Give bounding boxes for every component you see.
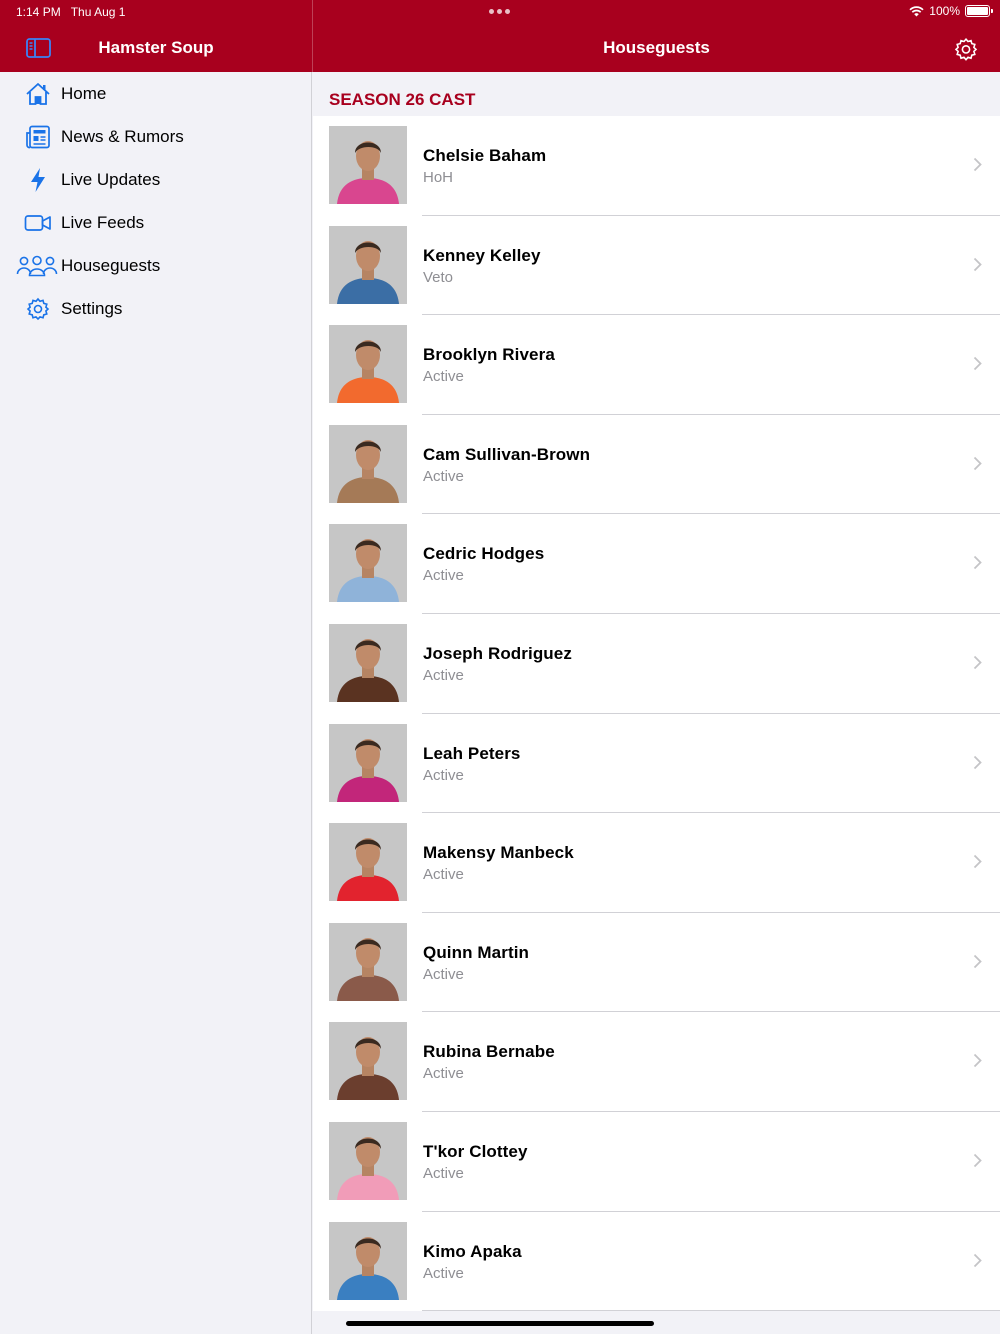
houseguest-status: Active [423, 866, 464, 884]
houseguest-photo [329, 325, 407, 404]
houseguest-status: Active [423, 666, 464, 684]
houseguest-row[interactable]: Rubina Bernabe Active [313, 1012, 1000, 1112]
houseguest-name: Makensy Manbeck [423, 843, 574, 863]
houseguest-row[interactable]: Leah Peters Active [313, 714, 1000, 814]
houseguest-status: Active [423, 1164, 464, 1182]
houseguest-photo [329, 723, 407, 802]
houseguest-row[interactable]: Joseph Rodriguez Active [313, 614, 1000, 714]
chevron-right-icon [973, 257, 982, 271]
houseguest-row[interactable]: Chelsie Baham HoH [313, 116, 1000, 216]
houseguest-name: Chelsie Baham [423, 146, 547, 165]
sidebar-item-houseguests[interactable]: Houseguests [0, 245, 312, 287]
chevron-right-icon [973, 456, 982, 470]
sidebar-item-label: Live Feeds [61, 213, 145, 232]
chevron-right-icon [973, 556, 982, 570]
chevron-right-icon [973, 1054, 982, 1068]
chevron-right-icon [973, 954, 982, 968]
people-icon [16, 251, 58, 281]
houseguest-row[interactable]: Makensy Manbeck Active [313, 813, 1000, 913]
houseguest-name: Brooklyn Rivera [423, 345, 555, 365]
houseguest-status: Active [423, 1065, 464, 1083]
houseguest-status: Active [423, 766, 464, 784]
houseguest-status: Active [423, 567, 464, 585]
sidebar-item-label: Houseguests [61, 256, 161, 275]
sidebar-item-label: News & Rumors [61, 127, 184, 146]
chevron-right-icon [973, 157, 982, 172]
navigation-bar: 1:14 PM Thu Aug 1 100% Hamster Soup Hous… [0, 0, 1000, 72]
houseguest-photo [329, 424, 407, 503]
houseguest-status: Active [423, 965, 464, 983]
sidebar-item-home[interactable]: Home [0, 73, 312, 115]
chevron-right-icon [973, 655, 982, 670]
houseguest-photo [329, 623, 407, 702]
houseguest-photo [329, 922, 407, 1001]
chevron-right-icon [973, 357, 982, 371]
houseguest-photo [329, 1221, 407, 1300]
sidebar-item-label: Live Updates [61, 170, 161, 189]
page-title: Houseguests [603, 38, 710, 57]
houseguest-row[interactable]: Quinn Martin Active [313, 913, 1000, 1013]
battery-icon [965, 5, 993, 17]
house-icon [20, 79, 56, 109]
houseguest-name: Kenney Kelley [423, 245, 541, 265]
multitasking-menu[interactable] [489, 9, 510, 14]
video-camera-icon [20, 208, 56, 238]
houseguest-status: Active [423, 467, 464, 485]
houseguest-row[interactable]: Cedric Hodges Active [313, 514, 1000, 614]
houseguest-row[interactable]: Kimo Apaka Active [313, 1212, 1000, 1312]
sidebar-item-news-rumors[interactable]: News & Rumors [0, 116, 312, 158]
sidebar-item-live-updates[interactable]: Live Updates [0, 159, 312, 201]
houseguest-row[interactable]: Kenney Kelley Veto [313, 216, 1000, 316]
houseguest-photo [329, 823, 407, 902]
bolt-icon [20, 165, 56, 195]
houseguest-status: HoH [423, 169, 454, 186]
houseguest-photo [329, 225, 407, 304]
houseguest-name: Kimo Apaka [423, 1241, 522, 1261]
gear-icon [20, 294, 56, 324]
battery-percent: 100% [929, 4, 960, 18]
houseguest-status: Active [423, 1264, 464, 1282]
chevron-right-icon [973, 1153, 982, 1168]
newspaper-icon [20, 122, 56, 152]
settings-gear-icon[interactable] [954, 37, 978, 61]
houseguest-status: Active [423, 368, 464, 386]
houseguest-name: Leah Peters [423, 743, 521, 763]
sidebar-item-label: Settings [61, 299, 123, 318]
houseguest-name: T'kor Clottey [423, 1141, 528, 1161]
houseguest-status: Veto [423, 268, 454, 286]
home-indicator[interactable] [346, 1321, 654, 1326]
section-header: SEASON 26 CAST [329, 90, 476, 109]
houseguest-name: Cam Sullivan-Brown [423, 444, 591, 464]
chevron-right-icon [973, 755, 982, 769]
chevron-right-icon [973, 855, 982, 869]
status-time: 1:14 PM Thu Aug 1 [16, 5, 125, 19]
status-time-text: 1:14 PM [16, 5, 61, 19]
houseguest-photo [329, 126, 407, 204]
houseguests-panel: SEASON 26 CAST Chelsie Baham HoH Kenney Ke… [313, 72, 1000, 1334]
houseguest-row[interactable]: Cam Sullivan-Brown Active [313, 415, 1000, 515]
sidebar-item-live-feeds[interactable]: Live Feeds [0, 202, 312, 244]
status-indicators: 100% [909, 4, 993, 18]
houseguest-name: Quinn Martin [423, 942, 530, 962]
houseguest-name: Cedric Hodges [423, 544, 545, 564]
sidebar: Home News & Rumors Live Updates Live Fee… [0, 72, 312, 1334]
houseguest-name: Rubina Bernabe [423, 1042, 555, 1062]
houseguest-row[interactable]: T'kor Clottey Active [313, 1112, 1000, 1212]
houseguest-photo [329, 1022, 407, 1101]
sidebar-title: Hamster Soup [98, 38, 214, 57]
houseguest-list: Chelsie Baham HoH Kenney Kelley Veto Brookly… [313, 116, 1000, 1312]
houseguest-photo [329, 1121, 407, 1200]
chevron-right-icon [973, 1253, 982, 1267]
wifi-icon [909, 5, 924, 16]
houseguest-photo [329, 524, 407, 603]
houseguest-row[interactable]: Brooklyn Rivera Active [313, 315, 1000, 415]
sidebar-item-settings[interactable]: Settings [0, 288, 312, 330]
status-date-text: Thu Aug 1 [70, 5, 126, 19]
houseguest-name: Joseph Rodriguez [423, 643, 572, 663]
sidebar-item-label: Home [61, 84, 107, 103]
